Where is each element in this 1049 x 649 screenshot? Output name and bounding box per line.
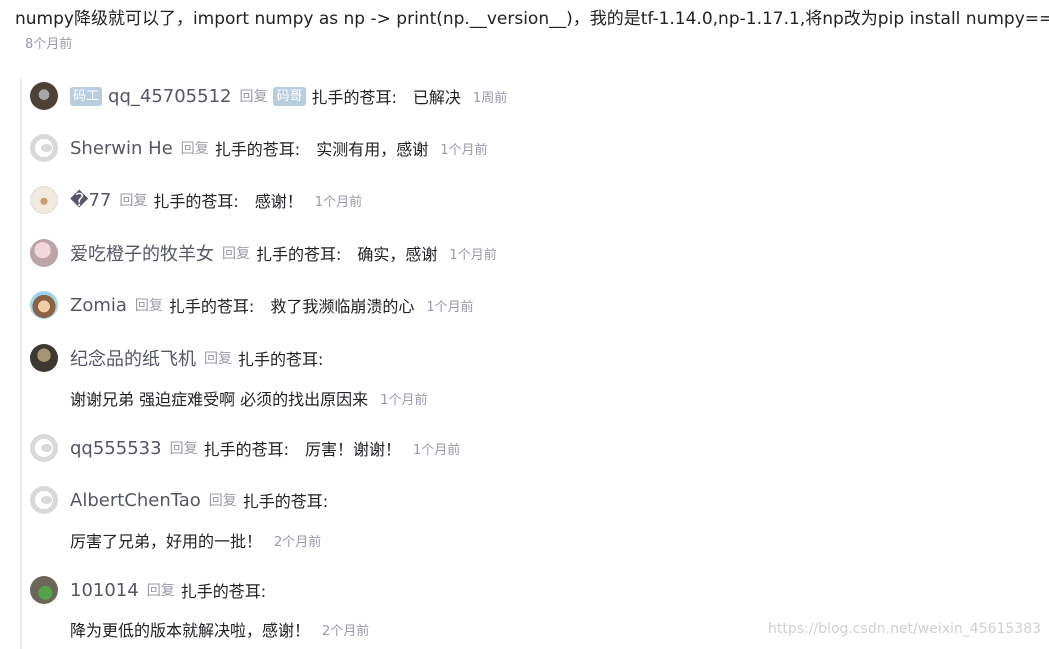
avatar[interactable] — [30, 82, 58, 110]
reply-content: 感谢！ — [254, 192, 303, 211]
avatar[interactable] — [30, 344, 58, 372]
reply-target[interactable]: 扎手的苍耳: — [256, 241, 341, 265]
reply-target[interactable]: 扎手的苍耳: — [181, 578, 266, 602]
reply-target[interactable]: 扎手的苍耳: — [169, 293, 254, 317]
reply-label: 回复 — [180, 141, 209, 157]
reply-time: 1个月前 — [449, 247, 497, 263]
reply-time: 2个月前 — [322, 623, 370, 639]
user-badge: 码工 — [70, 86, 103, 106]
reply-item: 码工 qq_45705512 回复 码哥 扎手的苍耳: 已解决 1周前 — [30, 80, 507, 112]
reply-label: 回复 — [169, 441, 198, 457]
reply-label: 回复 — [208, 493, 237, 509]
parent-comment-text: numpy降级就可以了，import numpy as np -> print(… — [15, 9, 1049, 29]
reply-username[interactable]: 爱吃橙子的牧羊女 — [70, 240, 214, 266]
reply-label: 回复 — [134, 298, 163, 314]
reply-target[interactable]: 扎手的苍耳: — [153, 188, 238, 212]
reply-target[interactable]: 扎手的苍耳: — [312, 84, 397, 108]
reply-item: qq555533 回复 扎手的苍耳: 厉害！谢谢！ 1个月前 — [30, 432, 460, 464]
watermark: https://blog.csdn.net/weixin_45615383 — [768, 621, 1042, 637]
reply-body: 降为更低的版本就解决啦，感谢！ 2个月前 — [70, 617, 369, 641]
avatar[interactable] — [30, 186, 58, 214]
reply-item: 爱吃橙子的牧羊女 回复 扎手的苍耳: 确实，感谢 1个月前 — [30, 237, 497, 269]
reply-content: 厉害！谢谢！ — [304, 440, 401, 459]
reply-target[interactable]: 扎手的苍耳: — [238, 346, 323, 370]
reply-content: 降为更低的版本就解决啦，感谢！ — [70, 621, 311, 640]
reply-username[interactable]: 纪念品的纸飞机 — [70, 345, 196, 371]
avatar[interactable] — [30, 239, 58, 267]
reply-content: 谢谢兄弟 强迫症难受啊 必须的找出原因来 — [70, 390, 369, 409]
reply-time: 1个月前 — [413, 442, 461, 458]
reply-time: 1个月前 — [426, 299, 474, 315]
reply-time: 2个月前 — [274, 534, 322, 550]
reply-target[interactable]: 扎手的苍耳: — [243, 488, 328, 512]
avatar[interactable] — [30, 486, 58, 514]
reply-content: 已解决 — [412, 88, 461, 107]
reply-target[interactable]: 扎手的苍耳: — [215, 136, 300, 160]
reply-time: 1个月前 — [440, 142, 488, 158]
reply-item: Sherwin He 回复 扎手的苍耳: 实测有用，感谢 1个月前 — [30, 132, 487, 164]
reply-username[interactable]: �77 — [70, 190, 111, 211]
reply-label: 回复 — [222, 246, 250, 262]
reply-body: 谢谢兄弟 强迫症难受啊 必须的找出原因来 1个月前 — [70, 386, 427, 410]
reply-item: �77 回复 扎手的苍耳: 感谢！ 1个月前 — [30, 184, 362, 216]
reply-label: 回复 — [204, 351, 232, 367]
reply-content: 厉害了兄弟，好用的一批！ — [70, 532, 263, 551]
reply-username[interactable]: Sherwin He — [70, 138, 173, 159]
reply-username[interactable]: 101014 — [70, 580, 139, 601]
reply-content: 救了我濒临崩溃的心 — [270, 297, 415, 316]
reply-item: 101014 回复 扎手的苍耳: — [30, 574, 282, 606]
avatar[interactable] — [30, 576, 58, 604]
avatar[interactable] — [30, 434, 58, 462]
reply-item: Zomia 回复 扎手的苍耳: 救了我濒临崩溃的心 1个月前 — [30, 289, 474, 321]
reply-username[interactable]: Zomia — [70, 295, 127, 316]
reply-content: 确实，感谢 — [357, 245, 438, 264]
reply-item: AlbertChenTao 回复 扎手的苍耳: — [30, 484, 344, 516]
avatar[interactable] — [30, 134, 58, 162]
reply-time: 1个月前 — [380, 392, 428, 408]
reply-label: 回复 — [146, 583, 175, 599]
reply-username[interactable]: qq555533 — [70, 438, 162, 459]
reply-time: 1个月前 — [314, 194, 363, 210]
reply-time: 1周前 — [472, 90, 508, 106]
reply-thread-line — [20, 78, 22, 649]
reply-body: 厉害了兄弟，好用的一批！ 2个月前 — [70, 528, 321, 552]
target-user-badge: 码哥 — [273, 86, 306, 106]
reply-username[interactable]: AlbertChenTao — [70, 490, 201, 511]
reply-username[interactable]: qq_45705512 — [108, 86, 231, 107]
parent-comment-time: 8个月前 — [25, 37, 73, 52]
reply-content: 实测有用，感谢 — [316, 140, 429, 159]
reply-label: 回复 — [119, 193, 148, 209]
reply-target[interactable]: 扎手的苍耳: — [204, 436, 289, 460]
avatar[interactable] — [30, 291, 58, 319]
reply-label: 回复 — [239, 89, 268, 105]
reply-item: 纪念品的纸飞机 回复 扎手的苍耳: — [30, 342, 339, 374]
